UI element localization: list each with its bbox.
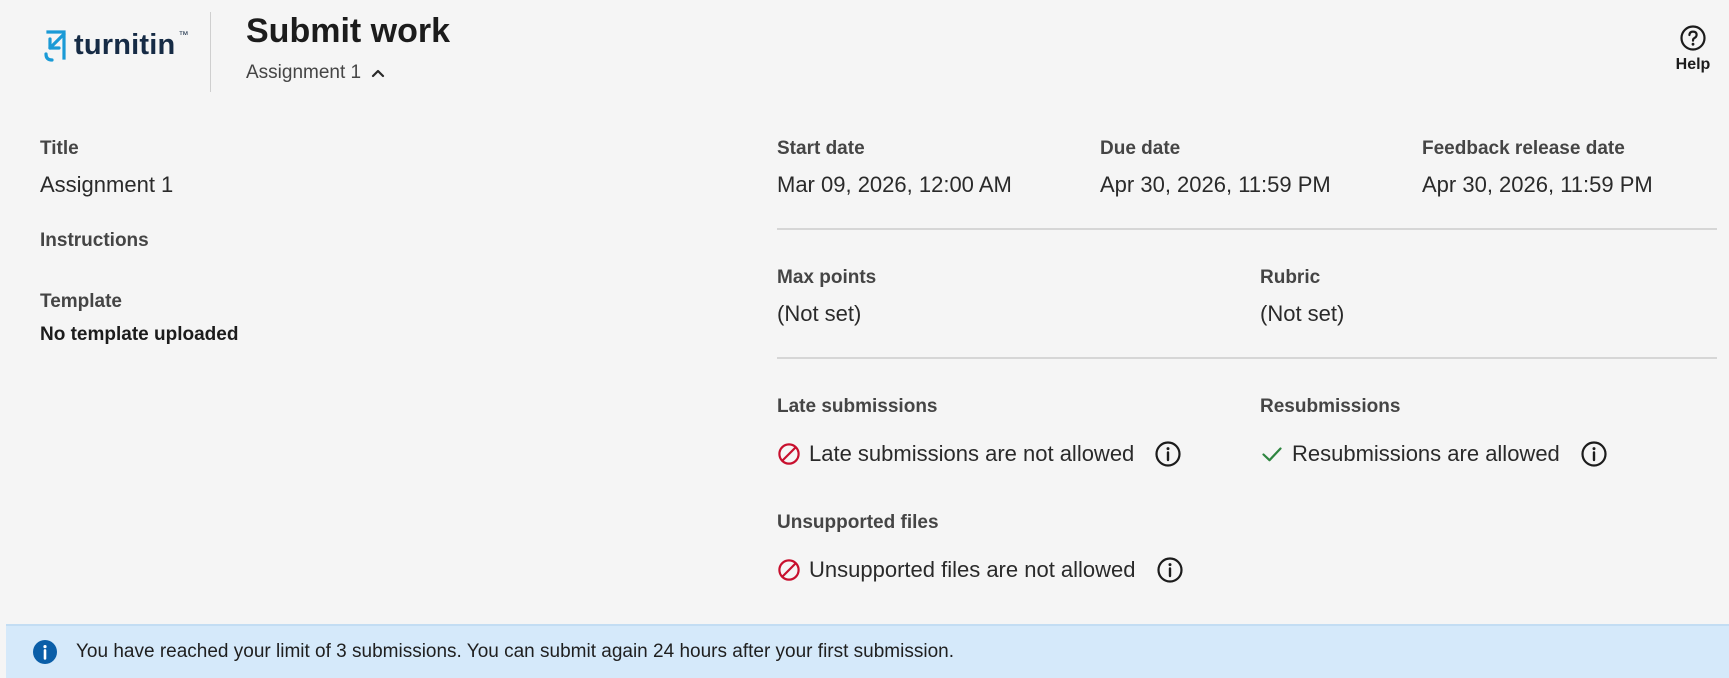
info-icon[interactable] xyxy=(1154,440,1182,468)
info-icon xyxy=(33,640,57,664)
template-value: No template uploaded xyxy=(40,324,239,345)
logo-wordmark: turnitin xyxy=(74,28,176,61)
late-submissions-label: Late submissions xyxy=(777,396,938,417)
instructions-label: Instructions xyxy=(40,230,149,251)
submission-limit-banner: You have reached your limit of 3 submiss… xyxy=(6,624,1729,678)
rubric-value: (Not set) xyxy=(1260,301,1345,326)
max-points-label: Max points xyxy=(777,267,877,288)
start-date-value: Mar 09, 2026, 12:00 AM xyxy=(777,172,1012,197)
help-label: Help xyxy=(1675,56,1711,73)
unsupported-files-value: Unsupported files are not allowed xyxy=(809,557,1136,582)
resubmissions-value: Resubmissions are allowed xyxy=(1292,441,1560,466)
info-icon[interactable] xyxy=(1580,440,1608,468)
header-divider xyxy=(210,12,211,92)
page-title: Submit work xyxy=(246,12,451,50)
info-icon[interactable] xyxy=(1156,556,1184,584)
turnitin-logo-icon xyxy=(44,30,66,62)
turnitin-logo: turnitin ™ xyxy=(44,28,188,62)
feedback-release-date-value: Apr 30, 2026, 11:59 PM xyxy=(1422,172,1653,197)
page-header: turnitin ™ Submit work Assignment 1 Help xyxy=(6,0,1729,110)
late-submissions-value: Late submissions are not allowed xyxy=(809,441,1135,466)
logo-trademark: ™ xyxy=(178,29,189,41)
resubmissions-label: Resubmissions xyxy=(1260,396,1401,417)
late-submissions-status: Late submissions are not allowed xyxy=(777,440,1182,468)
chevron-up-icon xyxy=(372,69,385,78)
feedback-release-date-label: Feedback release date xyxy=(1422,138,1625,159)
prohibited-icon xyxy=(778,443,800,465)
title-value: Assignment 1 xyxy=(40,172,174,197)
assignment-selector[interactable]: Assignment 1 xyxy=(246,62,385,84)
help-circle-icon xyxy=(1680,25,1706,51)
max-points-value: (Not set) xyxy=(777,301,862,326)
submit-work-page: turnitin ™ Submit work Assignment 1 Help… xyxy=(6,0,1729,678)
help-button[interactable]: Help xyxy=(1670,24,1716,74)
resubmissions-status: Resubmissions are allowed xyxy=(1260,440,1608,468)
assignment-selector-label: Assignment 1 xyxy=(246,62,362,83)
unsupported-files-status: Unsupported files are not allowed xyxy=(777,556,1184,584)
start-date-label: Start date xyxy=(777,138,865,159)
unsupported-files-label: Unsupported files xyxy=(777,512,939,533)
checkmark-icon xyxy=(1262,447,1282,462)
prohibited-icon xyxy=(778,559,800,581)
title-label: Title xyxy=(40,138,79,159)
due-date-value: Apr 30, 2026, 11:59 PM xyxy=(1100,172,1331,197)
rubric-label: Rubric xyxy=(1260,267,1321,288)
banner-message: You have reached your limit of 3 submiss… xyxy=(76,641,954,662)
section-divider xyxy=(777,228,1717,230)
template-label: Template xyxy=(40,291,123,312)
section-divider xyxy=(777,357,1717,359)
due-date-label: Due date xyxy=(1100,138,1181,159)
